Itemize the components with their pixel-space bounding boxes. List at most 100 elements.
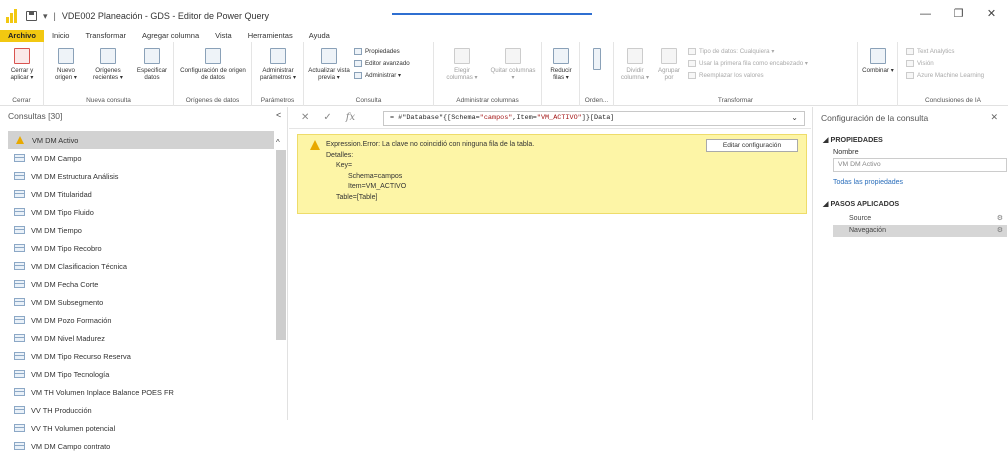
recent-sources-button[interactable]: Orígenes recientes ▾ <box>88 48 128 81</box>
quick-access-dropdown[interactable]: ▾ <box>43 11 48 22</box>
query-list-item[interactable]: VM DM Pozo Formación <box>8 311 274 329</box>
tab-inicio[interactable]: Inicio <box>44 30 78 42</box>
formula-bar: ✕ ✓ fx = #"Database"{[Schema="campos",It… <box>289 107 811 129</box>
data-type-icon <box>688 48 696 55</box>
query-list-item[interactable]: VM DM Titularidad <box>8 185 274 203</box>
query-name-label: VM DM Campo <box>31 153 82 163</box>
close-window-button[interactable]: ✕ <box>975 4 1008 24</box>
manage-button[interactable]: Administrar ▾ <box>354 72 401 79</box>
manage-icon <box>354 72 362 79</box>
query-name-label: VM DM Nivel Madurez <box>31 333 105 343</box>
queries-scrollbar-thumb[interactable] <box>276 150 286 340</box>
enter-data-button[interactable]: Especificar datos <box>132 48 172 81</box>
table-icon <box>14 190 25 198</box>
properties-button[interactable]: Propiedades <box>354 48 400 55</box>
combine-button[interactable]: Combinar ▾ <box>860 48 896 74</box>
replace-values-button[interactable]: Reemplazar los valores <box>688 72 764 79</box>
query-name-label: VM DM Tipo Recobro <box>31 243 102 253</box>
step-settings-gear-icon[interactable]: ⚙ <box>997 225 1003 237</box>
properties-section-header[interactable]: ◢ PROPIEDADES <box>823 135 883 144</box>
query-name-input[interactable]: VM DM Activo <box>833 158 1007 172</box>
advanced-editor-button[interactable]: Editor avanzado <box>354 60 410 67</box>
split-column-button[interactable]: Dividir columna ▾ <box>618 48 652 81</box>
query-list-item[interactable]: VM DM Activo <box>8 131 274 149</box>
query-list-item[interactable]: VM DM Estructura Análisis <box>8 167 274 185</box>
ribbon: Cerrar y aplicar ▾ Cerrar Nuevo origen ▾… <box>0 42 1008 106</box>
query-name-label: VM DM Subsegmento <box>31 297 104 307</box>
query-list-item[interactable]: VM DM Campo contrato <box>8 437 274 455</box>
step-source[interactable]: Source ⚙ <box>833 213 1007 225</box>
formula-cancel-button[interactable]: ✕ <box>301 112 309 123</box>
tab-archivo[interactable]: Archivo <box>0 30 44 42</box>
query-name-label: VM DM Campo contrato <box>31 441 111 451</box>
step-navegacion[interactable]: Navegación ⚙ <box>833 225 1007 237</box>
edit-settings-button[interactable]: Editar configuración <box>706 139 798 152</box>
refresh-preview-button[interactable]: Actualizar vista previa ▾ <box>306 48 352 81</box>
table-icon <box>14 244 25 252</box>
group-nueva-consulta: Nuevo origen ▾ Orígenes recientes ▾ Espe… <box>44 42 174 106</box>
use-first-row-headers-button[interactable]: Usar la primera fila como encabezado ▾ <box>688 60 808 67</box>
query-list-item[interactable]: VM DM Tipo Fluido <box>8 203 274 221</box>
applied-steps-header[interactable]: ◢ PASOS APLICADOS <box>823 199 899 208</box>
combine-icon <box>870 48 886 64</box>
close-settings-icon[interactable]: ✕ <box>990 112 998 123</box>
table-icon <box>14 172 25 180</box>
tab-agregar-columna[interactable]: Agregar columna <box>134 30 207 42</box>
expand-formula-chevron-icon[interactable]: ⌄ <box>791 112 798 125</box>
choose-columns-button[interactable]: Elegir columnas ▾ <box>440 48 484 81</box>
all-properties-link[interactable]: Todas las propiedades <box>833 179 903 186</box>
query-list-item[interactable]: VM DM Tipo Recurso Reserva <box>8 347 274 365</box>
new-source-button[interactable]: Nuevo origen ▾ <box>48 48 84 81</box>
formula-commit-button[interactable]: ✓ <box>323 112 331 123</box>
step-settings-gear-icon[interactable]: ⚙ <box>997 213 1003 225</box>
query-list-item[interactable]: VM DM Nivel Madurez <box>8 329 274 347</box>
azure-ml-button[interactable]: Azure Machine Learning <box>906 72 984 79</box>
collapse-queries-button[interactable]: < <box>276 110 281 120</box>
query-name-label: VM DM Tipo Tecnología <box>31 369 110 379</box>
group-by-button[interactable]: Agrupar por <box>654 48 684 81</box>
query-list-item[interactable]: VM DM Campo <box>8 149 274 167</box>
queries-list: VM DM Activo VM DM Campo VM DM Estructura … <box>8 131 274 455</box>
fx-icon[interactable]: fx <box>346 112 355 123</box>
minimize-button[interactable]: — <box>909 4 942 24</box>
tab-ayuda[interactable]: Ayuda <box>301 30 338 42</box>
query-list-item[interactable]: VM DM Tiempo <box>8 221 274 239</box>
query-list-item[interactable]: VM DM Fecha Corte <box>8 275 274 293</box>
remove-columns-button[interactable]: Quitar columnas ▾ <box>490 48 536 81</box>
queries-pane: Consultas [30] VM DM Activo VM DM Campo VM… <box>0 107 288 451</box>
data-source-settings-button[interactable]: Configuración de origen de datos <box>178 48 248 81</box>
applied-steps-list: Source ⚙ Navegación ⚙ <box>833 213 1007 237</box>
tab-vista[interactable]: Vista <box>207 30 240 42</box>
save-icon[interactable] <box>26 11 37 21</box>
query-list-item[interactable]: VV TH Producción <box>8 401 274 419</box>
split-column-icon <box>627 48 643 64</box>
recent-sources-icon <box>100 48 116 64</box>
restore-button[interactable]: ❐ <box>942 4 975 24</box>
reduce-rows-button[interactable]: Reducir filas ▾ <box>544 48 578 81</box>
scroll-up-arrow[interactable]: ^ <box>276 138 280 147</box>
close-apply-button[interactable]: Cerrar y aplicar ▾ <box>2 48 42 81</box>
query-list-item[interactable]: VM DM Tipo Tecnología <box>8 365 274 383</box>
query-list-item[interactable]: VM TH Volumen Inplace Balance POES FR <box>8 383 274 401</box>
query-list-item[interactable]: VM DM Clasificacion Técnica <box>8 257 274 275</box>
group-columnas: Elegir columnas ▾ Quitar columnas ▾ Admi… <box>434 42 542 106</box>
query-list-item[interactable]: VM DM Tipo Recobro <box>8 239 274 257</box>
tab-transformar[interactable]: Transformar <box>77 30 134 42</box>
manage-parameters-button[interactable]: Administrar parámetros ▾ <box>254 48 302 81</box>
query-list-item[interactable]: VV TH Volumen potencial <box>8 419 274 437</box>
text-analytics-button[interactable]: Text Analytics <box>906 48 954 55</box>
name-label: Nombre <box>833 147 859 156</box>
replace-icon <box>688 72 696 79</box>
group-label-origenes: Orígenes de datos <box>185 97 240 104</box>
title-bar: ▾ | VDE002 Planeación - GDS - Editor de … <box>0 0 1008 30</box>
query-name-label: VM DM Activo <box>32 135 79 145</box>
data-type-dropdown[interactable]: Tipo de datos: Cualquiera ▾ <box>688 48 774 55</box>
formula-input[interactable]: = #"Database"{[Schema="campos",Item="VM_… <box>383 111 805 126</box>
group-combinar: Combinar ▾ <box>858 42 898 106</box>
vision-button[interactable]: Visión <box>906 60 934 67</box>
sort-ascending-button[interactable] <box>588 48 606 73</box>
tab-herramientas[interactable]: Herramientas <box>240 30 301 42</box>
query-list-item[interactable]: VM DM Subsegmento <box>8 293 274 311</box>
advanced-editor-icon <box>354 60 362 67</box>
queries-header: Consultas [30] <box>8 111 63 121</box>
